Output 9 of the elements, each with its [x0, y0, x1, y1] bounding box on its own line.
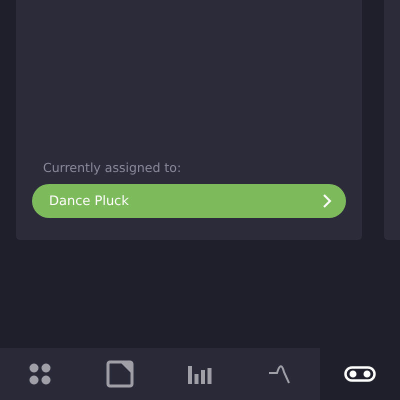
tab[interactable] [320, 348, 400, 400]
assigned-label: Currently assigned to: [43, 160, 182, 175]
square-corner-icon [106, 360, 134, 388]
toggle-icon [344, 366, 376, 382]
preset-button[interactable]: Dance Pluck [32, 184, 346, 218]
chevron-right-icon [322, 193, 332, 209]
dots-grid-icon [28, 362, 52, 386]
bar-chart-icon [188, 364, 212, 384]
envelope-curve-icon [268, 364, 292, 384]
